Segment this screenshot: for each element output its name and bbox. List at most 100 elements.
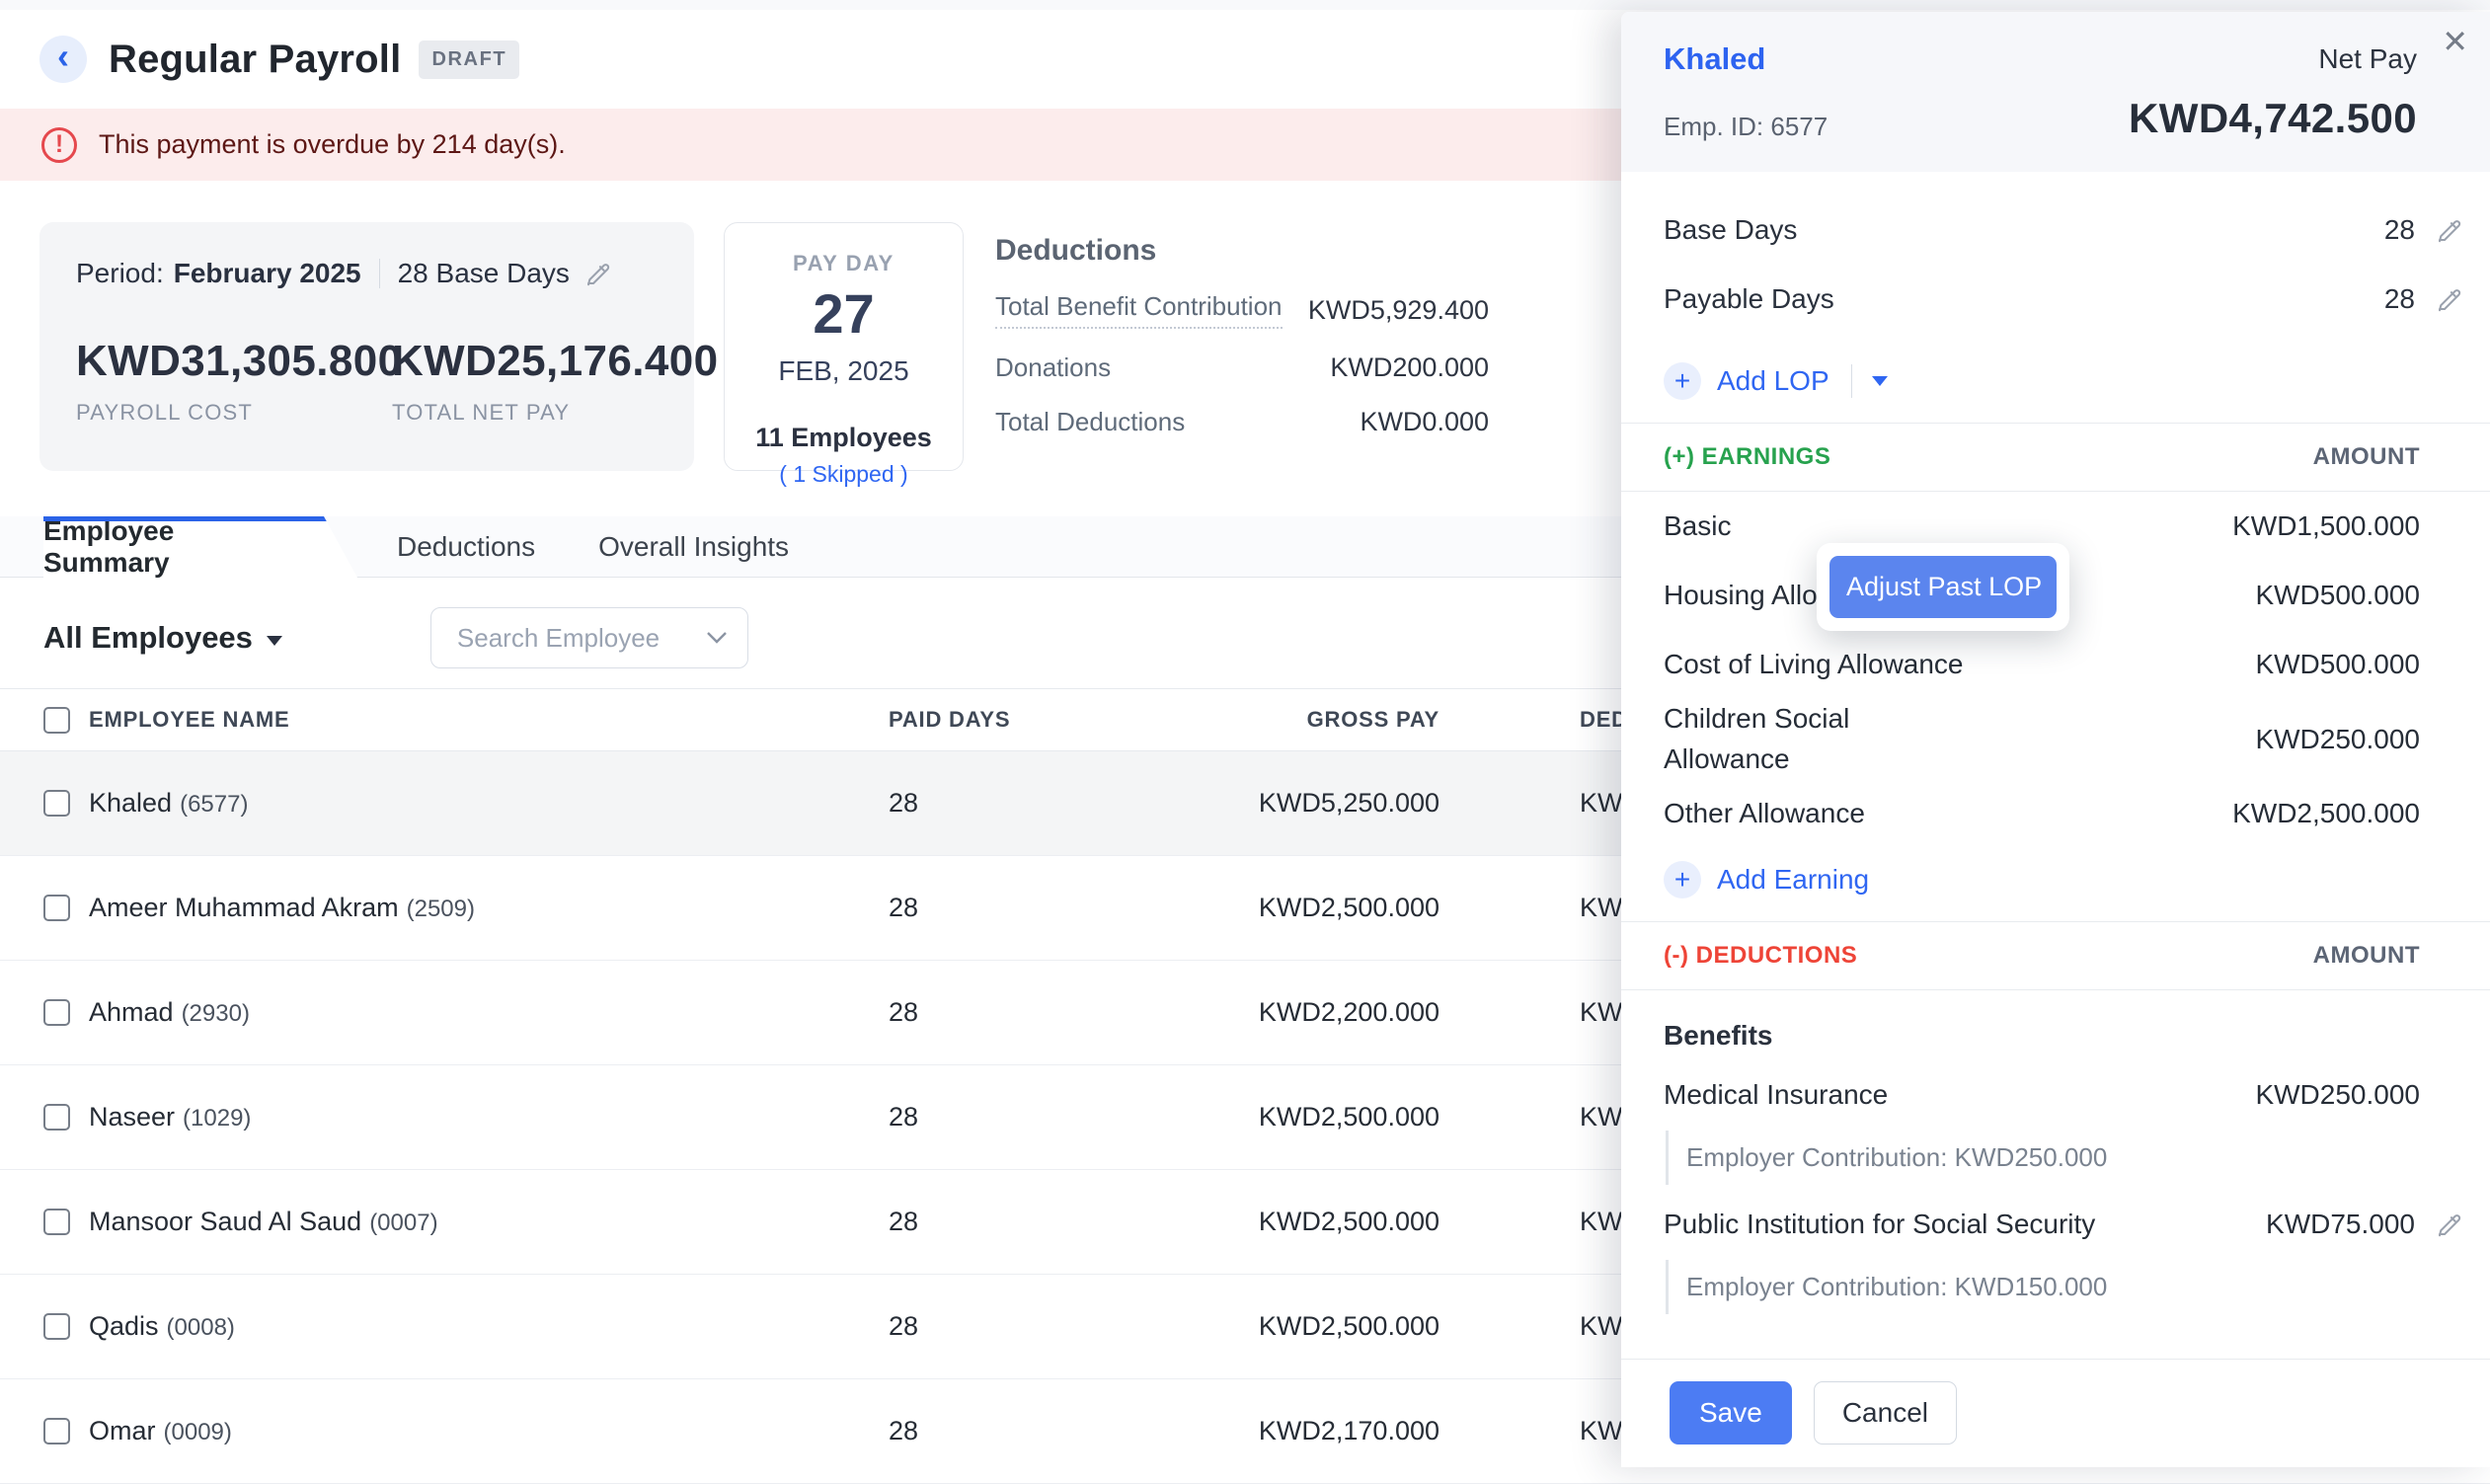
gross-pay: KWD2,500.000 bbox=[1041, 893, 1485, 923]
row-checkbox[interactable] bbox=[43, 895, 70, 921]
earning-label: Other Allowance bbox=[1664, 794, 1865, 834]
paid-days: 28 bbox=[794, 788, 1041, 819]
employee-scope-dropdown[interactable]: All Employees bbox=[43, 620, 282, 656]
employees-count: 11 Employees bbox=[755, 423, 932, 453]
add-lop-dropdown-menu: Adjust Past LOP bbox=[1817, 543, 2069, 631]
employee-id: (0008) bbox=[167, 1314, 235, 1341]
total-benefit-contribution-value: KWD5,929.400 bbox=[1308, 295, 1489, 326]
chevron-down-icon bbox=[706, 631, 728, 645]
top-strip bbox=[0, 0, 2490, 10]
back-button[interactable]: ‹ bbox=[39, 36, 87, 83]
payday-label: PAY DAY bbox=[793, 251, 895, 276]
total-deductions-value: KWD0.000 bbox=[1360, 407, 1489, 437]
donations-label: Donations bbox=[995, 352, 1111, 383]
plus-icon[interactable]: + bbox=[1664, 362, 1701, 400]
close-icon[interactable]: ✕ bbox=[2442, 26, 2468, 57]
paid-days: 28 bbox=[794, 1207, 1041, 1237]
employee-id: (2509) bbox=[407, 896, 475, 922]
edit-period-icon[interactable] bbox=[584, 259, 613, 288]
search-employee-box[interactable] bbox=[430, 607, 748, 668]
paid-days: 28 bbox=[794, 893, 1041, 923]
row-checkbox[interactable] bbox=[43, 1313, 70, 1340]
employee-id: (0009) bbox=[164, 1419, 232, 1445]
tab-employee-summary[interactable]: Employee Summary bbox=[43, 516, 357, 578]
status-badge: DRAFT bbox=[419, 40, 519, 79]
gross-pay: KWD5,250.000 bbox=[1041, 788, 1485, 819]
employee-id-text: Emp. ID: 6577 bbox=[1664, 112, 1828, 142]
employee-name: Mansoor Saud Al Saud(0007) bbox=[89, 1207, 794, 1237]
gross-pay: KWD2,500.000 bbox=[1041, 1311, 1485, 1342]
total-net-pay-block: KWD25,176.400 TOTAL NET PAY bbox=[392, 337, 708, 426]
add-earning-row: + Add Earning bbox=[1621, 848, 2490, 911]
tab-deductions[interactable]: Deductions bbox=[373, 516, 559, 577]
edit-payable-days-icon[interactable] bbox=[2435, 284, 2464, 314]
amount-header-label: AMOUNT bbox=[2313, 443, 2420, 471]
edit-deduction-icon[interactable] bbox=[2435, 1210, 2464, 1239]
total-benefit-contribution-label[interactable]: Total Benefit Contribution bbox=[995, 291, 1283, 329]
col-paid-days: PAID DAYS bbox=[794, 707, 1041, 733]
select-all-checkbox[interactable] bbox=[43, 707, 70, 734]
total-net-pay-label: TOTAL NET PAY bbox=[392, 400, 708, 426]
edit-base-days-icon[interactable] bbox=[2435, 215, 2464, 245]
net-pay-label: Net Pay bbox=[2318, 43, 2417, 75]
payable-days-value: 28 bbox=[2384, 283, 2415, 315]
add-earning-button[interactable]: Add Earning bbox=[1717, 864, 1869, 896]
row-checkbox[interactable] bbox=[43, 999, 70, 1026]
earnings-section-header: (+) EARNINGS AMOUNT bbox=[1621, 423, 2490, 492]
deductions-summary: Deductions Total Benefit Contribution KW… bbox=[995, 222, 1489, 437]
add-lop-dropdown-caret-icon[interactable] bbox=[1872, 376, 1888, 386]
employee-id: (6577) bbox=[180, 791, 248, 818]
tab-overall-insights[interactable]: Overall Insights bbox=[575, 516, 813, 577]
deduction-value: KWD250.000 bbox=[2255, 1079, 2420, 1111]
employee-name: Qadis(0008) bbox=[89, 1311, 794, 1342]
base-days-value: 28 bbox=[2384, 214, 2415, 246]
deductions-summary-title: Deductions bbox=[995, 234, 1489, 268]
panel-body: Base Days 28 Payable Days 28 + Add LOP A… bbox=[1621, 172, 2490, 1359]
earning-row: Children Social Allowance KWD250.000 bbox=[1621, 699, 2490, 779]
base-days-label: Base Days bbox=[1664, 214, 2384, 246]
earning-value: KWD2,500.000 bbox=[2232, 798, 2420, 829]
amounts-row: KWD31,305.800 PAYROLL COST KWD25,176.400… bbox=[76, 337, 694, 426]
adjust-past-lop-button[interactable]: Adjust Past LOP bbox=[1829, 556, 2057, 618]
earnings-header-label: (+) EARNINGS bbox=[1664, 443, 1830, 471]
earning-value: KWD500.000 bbox=[2255, 580, 2420, 611]
back-icon: ‹ bbox=[57, 39, 69, 74]
search-employee-input[interactable] bbox=[455, 622, 706, 655]
period-label: Period: bbox=[76, 258, 164, 289]
row-checkbox[interactable] bbox=[43, 1104, 70, 1131]
earning-value: KWD1,500.000 bbox=[2232, 510, 2420, 542]
payable-days-row: Payable Days 28 bbox=[1621, 265, 2490, 334]
add-lop-button[interactable]: Add LOP bbox=[1717, 365, 1829, 397]
deduction-label: Public Institution for Social Security bbox=[1664, 1209, 2266, 1240]
panel-employee-name[interactable]: Khaled bbox=[1664, 41, 1765, 77]
employer-contribution-note: Employer Contribution: KWD150.000 bbox=[1666, 1260, 2420, 1314]
alert-icon: ! bbox=[41, 127, 77, 163]
row-checkbox[interactable] bbox=[43, 790, 70, 817]
deduction-row: Medical Insurance KWD250.000 bbox=[1621, 1063, 2490, 1127]
row-checkbox[interactable] bbox=[43, 1418, 70, 1445]
cancel-button[interactable]: Cancel bbox=[1814, 1381, 1957, 1445]
deduction-summary-row: Total Deductions KWD0.000 bbox=[995, 407, 1489, 437]
caret-down-icon bbox=[267, 636, 282, 646]
base-days-text: 28 Base Days bbox=[398, 258, 570, 289]
total-deductions-label: Total Deductions bbox=[995, 407, 1185, 437]
deductions-header-label: (-) DEDUCTIONS bbox=[1664, 942, 1857, 970]
alert-message: This payment is overdue by 214 day(s). bbox=[99, 129, 566, 160]
earning-value: KWD250.000 bbox=[2255, 724, 2420, 755]
skipped-count[interactable]: ( 1 Skipped ) bbox=[779, 461, 907, 488]
paid-days: 28 bbox=[794, 1102, 1041, 1133]
payable-days-label: Payable Days bbox=[1664, 283, 2384, 315]
earning-label: Cost of Living Allowance bbox=[1664, 645, 1964, 685]
plus-icon[interactable]: + bbox=[1664, 861, 1701, 898]
save-button[interactable]: Save bbox=[1670, 1381, 1792, 1445]
payroll-cost-block: KWD31,305.800 PAYROLL COST bbox=[76, 337, 392, 426]
net-pay-amount: KWD4,742.500 bbox=[2129, 95, 2417, 142]
payroll-cost-label: PAYROLL COST bbox=[76, 400, 392, 426]
deduction-row: Public Institution for Social Security K… bbox=[1621, 1193, 2490, 1256]
employer-contribution-note: Employer Contribution: KWD250.000 bbox=[1666, 1131, 2420, 1185]
payroll-cost-value: KWD31,305.800 bbox=[76, 337, 392, 386]
row-checkbox[interactable] bbox=[43, 1209, 70, 1235]
deduction-summary-row: Donations KWD200.000 bbox=[995, 352, 1489, 383]
gross-pay: KWD2,500.000 bbox=[1041, 1207, 1485, 1237]
paid-days: 28 bbox=[794, 1311, 1041, 1342]
